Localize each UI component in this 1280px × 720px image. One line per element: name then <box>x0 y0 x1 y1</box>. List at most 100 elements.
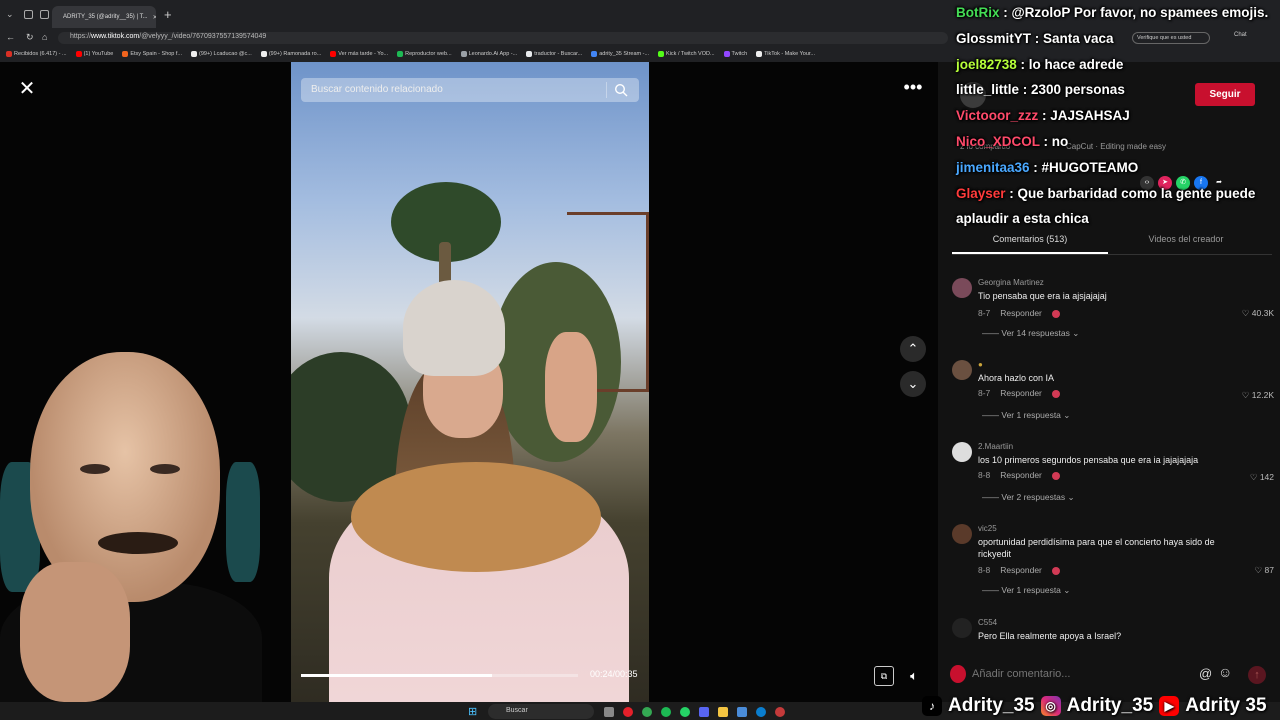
reply-button[interactable]: Responder <box>1000 388 1042 398</box>
comment-user[interactable]: Georgina Martinez <box>978 278 1044 287</box>
bookmark-favicon-icon <box>723 51 730 57</box>
tab-creator-videos[interactable]: Videos del creador <box>1108 234 1264 254</box>
comment-avatar[interactable] <box>952 360 972 380</box>
tab-grid-icon[interactable] <box>40 10 49 19</box>
chrome-icon[interactable] <box>642 707 652 717</box>
previous-video-button[interactable]: ⌃ <box>900 336 926 362</box>
reply-button[interactable]: Responder <box>1000 308 1042 318</box>
bookmark-label: (1) YouTube <box>83 51 114 57</box>
streamer-eye-right <box>150 464 180 474</box>
playback-time: 00:24/00:35 <box>590 669 638 679</box>
streamer-mustache <box>98 532 178 554</box>
opera-icon[interactable] <box>623 707 633 717</box>
chat-message: BotRix : @RzoloP Por favor, no spamees e… <box>956 0 1280 26</box>
comment-likes[interactable]: ♡ 142 <box>1250 472 1274 483</box>
instagram-icon: ◎ <box>1040 696 1061 716</box>
bookmark-favicon-icon <box>591 51 598 57</box>
bookmark-item[interactable]: Etsy Spain - Shop f... <box>122 51 182 57</box>
comment-date: 8-8 <box>978 565 991 575</box>
comment-likes[interactable]: ♡ 87 <box>1255 565 1274 576</box>
girl-fur-collar <box>351 462 601 572</box>
edge-icon[interactable] <box>756 707 766 717</box>
bookmark-item[interactable]: Recibidos (6.417) - ... <box>6 51 67 57</box>
reload-icon[interactable]: ↻ <box>26 32 34 43</box>
bookmark-item[interactable]: Ver más tarde - Yo... <box>330 51 388 57</box>
chat-text: : no <box>1039 133 1069 149</box>
bookmark-favicon-icon <box>122 51 129 57</box>
comment-user[interactable]: C554 <box>978 618 997 627</box>
video-frame[interactable] <box>291 62 649 702</box>
tab-list-chevron-icon[interactable]: ⌄ <box>6 9 14 20</box>
folder-icon[interactable] <box>718 707 728 717</box>
tab-close-icon[interactable]: ✕ <box>153 14 156 21</box>
taskview-icon[interactable] <box>604 707 614 717</box>
bookmark-item[interactable]: traductor - Buscar... <box>526 51 582 57</box>
comment-input[interactable] <box>972 664 1196 684</box>
search-icon[interactable] <box>614 83 628 97</box>
bookmark-item[interactable]: Kick / Twitch VOD... <box>658 51 715 57</box>
picture-in-picture-icon[interactable]: ⧉ <box>874 666 894 686</box>
streamer-eye-left <box>80 464 110 474</box>
chat-text: : JAJSAHSAJ <box>1038 108 1130 124</box>
bookmark-label: Etsy Spain - Shop f... <box>130 51 183 57</box>
bookmark-favicon-icon <box>756 51 763 57</box>
bookmark-item[interactable]: (1) YouTube <box>75 51 114 57</box>
discord-icon[interactable] <box>699 707 709 717</box>
home-icon[interactable]: ⌂ <box>42 32 47 42</box>
back-icon[interactable]: ← <box>6 32 15 42</box>
app-icon[interactable] <box>737 707 747 717</box>
obs-icon[interactable] <box>775 707 785 717</box>
windows-start-icon[interactable]: ⊞ <box>468 706 480 718</box>
bookmark-item[interactable]: Twitch <box>723 51 747 57</box>
volume-icon[interactable]: 🔈︎ <box>904 666 924 686</box>
tiktok-icon: ♪ <box>922 696 942 716</box>
spotify-icon[interactable] <box>661 707 671 717</box>
tab-search-icon[interactable] <box>24 10 33 19</box>
headset-right <box>226 462 260 582</box>
comment-avatar[interactable] <box>952 442 972 462</box>
view-replies-button[interactable]: —— Ver 1 respuesta ⌄ <box>982 585 1070 596</box>
reply-button[interactable]: Responder <box>1000 470 1042 480</box>
girl-hat <box>403 280 505 376</box>
comment-likes[interactable]: ♡ 40.3K <box>1242 308 1274 319</box>
mention-icon[interactable]: @ <box>1199 666 1212 681</box>
related-search-input[interactable]: Buscar contenido relacionado <box>301 78 639 102</box>
reply-button[interactable]: Responder <box>1000 565 1042 575</box>
bookmark-label: Leonardo.Ai App -... <box>468 51 518 57</box>
creator-liked-icon <box>1051 566 1060 575</box>
streamer-webcam <box>0 342 262 702</box>
comment-avatar[interactable] <box>952 278 972 298</box>
tab-active[interactable]: ADRITY_35 (@adrity__35) | T... ✕ <box>52 6 156 28</box>
close-icon[interactable]: ✕ <box>14 78 40 100</box>
comment-user[interactable]: vic25 <box>978 524 997 533</box>
comment-user[interactable]: 2.Maartiin <box>978 442 1013 451</box>
comment-avatar[interactable] <box>952 618 972 638</box>
tab-divider <box>952 254 1272 255</box>
new-tab-button[interactable]: + <box>164 7 172 22</box>
view-replies-label: Ver 14 respuestas <box>1001 328 1070 338</box>
view-replies-label: Ver 2 respuestas <box>1001 492 1066 502</box>
bookmark-item[interactable]: (99+) Ramonada ro... <box>260 51 321 57</box>
more-options-icon[interactable]: ••• <box>900 78 926 100</box>
bookmark-favicon-icon <box>460 51 467 57</box>
taskbar-search[interactable]: Buscar <box>488 704 594 719</box>
bookmark-item[interactable]: TikTok - Make Your... <box>756 51 815 57</box>
related-search-placeholder: Buscar contenido relacionado <box>311 84 443 95</box>
emoji-icon[interactable]: ☺ <box>1218 664 1232 680</box>
taskbar-icons <box>604 707 785 717</box>
bookmark-item[interactable]: Reproductor web... <box>397 51 452 57</box>
comment-like-count: 12.2K <box>1251 390 1274 400</box>
bookmark-item[interactable]: (99+) Lcaducao @c... <box>191 51 252 57</box>
view-replies-button[interactable]: —— Ver 2 respuestas ⌄ <box>982 492 1075 503</box>
view-replies-button[interactable]: —— Ver 1 respuesta ⌄ <box>982 410 1070 421</box>
view-replies-button[interactable]: —— Ver 14 respuestas ⌄ <box>982 328 1079 339</box>
bookmark-item[interactable]: adrity_35 Stream -... <box>591 51 649 57</box>
comment-avatar[interactable] <box>952 524 972 544</box>
tab-comments[interactable]: Comentarios (513) <box>952 234 1108 254</box>
url-field[interactable]: https://www.tiktok.com/@velyyy_/video/76… <box>58 32 948 44</box>
whatsapp-taskbar-icon[interactable] <box>680 707 690 717</box>
bookmark-item[interactable]: Leonardo.Ai App -... <box>460 51 518 57</box>
next-video-button[interactable]: ⌄ <box>900 371 926 397</box>
send-comment-button[interactable]: ↑ <box>1248 666 1266 684</box>
comment-likes[interactable]: ♡ 12.2K <box>1242 390 1274 401</box>
